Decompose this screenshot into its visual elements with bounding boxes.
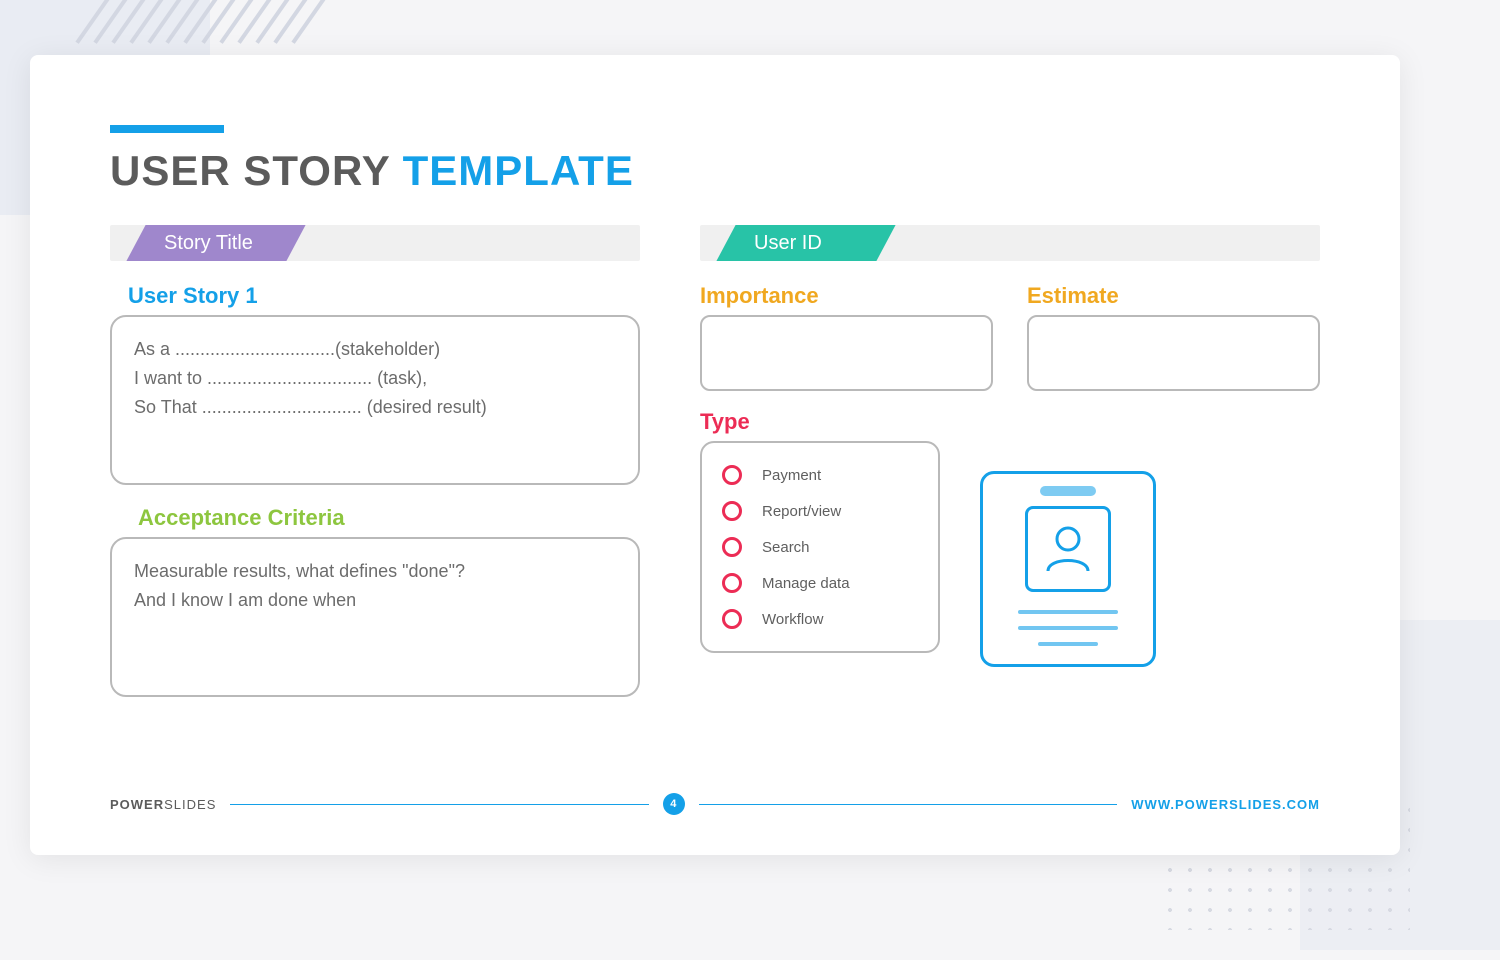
user-id-tab-label: User ID [754, 225, 822, 261]
title-part1: USER STORY [110, 147, 390, 194]
card-line [1018, 610, 1118, 614]
brand-name: POWERSLIDES [110, 797, 216, 812]
type-box: Payment Report/view Search Manage data [700, 441, 940, 653]
card-notch [1040, 486, 1096, 496]
radio-icon [722, 537, 742, 557]
brand-slim: SLIDES [164, 797, 216, 812]
right-column: User ID Importance Estimate Type Payment [700, 225, 1320, 697]
page-number-badge: 4 [663, 793, 685, 815]
bg-hatch [98, 0, 338, 50]
footer-rule-right [699, 804, 1117, 805]
slide-card: USER STORY TEMPLATE Story Title User Sto… [30, 55, 1400, 855]
criteria-line-1: Measurable results, what defines "done"? [134, 557, 616, 586]
user-story-heading: User Story 1 [128, 283, 640, 309]
type-option-label: Payment [762, 467, 821, 484]
accent-bar [110, 125, 224, 133]
type-option-label: Manage data [762, 575, 850, 592]
importance-label: Importance [700, 283, 993, 309]
radio-icon [722, 501, 742, 521]
type-option-manage[interactable]: Manage data [720, 565, 920, 601]
estimate-box [1027, 315, 1320, 391]
user-story-box: As a ................................(st… [110, 315, 640, 485]
slide-footer: POWERSLIDES 4 WWW.POWERSLIDES.COM [110, 793, 1320, 815]
story-title-tab-row: Story Title [110, 225, 640, 261]
avatar-frame [1025, 506, 1111, 592]
person-icon [1040, 521, 1096, 577]
radio-icon [722, 573, 742, 593]
brand-bold: POWER [110, 797, 164, 812]
radio-icon [722, 609, 742, 629]
importance-box [700, 315, 993, 391]
title-part2: TEMPLATE [403, 147, 634, 194]
type-option-report[interactable]: Report/view [720, 493, 920, 529]
footer-url: WWW.POWERSLIDES.COM [1131, 797, 1320, 812]
type-option-label: Search [762, 539, 810, 556]
estimate-group: Estimate [1027, 283, 1320, 391]
type-option-payment[interactable]: Payment [720, 457, 920, 493]
card-line [1038, 642, 1098, 646]
story-line-2: I want to ..............................… [134, 364, 616, 393]
story-line-3: So That ................................… [134, 393, 616, 422]
type-option-workflow[interactable]: Workflow [720, 601, 920, 637]
user-id-tab-row: User ID [700, 225, 1320, 261]
criteria-line-2: And I know I am done when [134, 586, 616, 615]
story-title-tab-label: Story Title [164, 225, 253, 261]
type-option-label: Workflow [762, 611, 823, 628]
left-column: Story Title User Story 1 As a ..........… [110, 225, 640, 697]
acceptance-criteria-heading: Acceptance Criteria [138, 505, 640, 531]
importance-group: Importance [700, 283, 993, 391]
acceptance-criteria-box: Measurable results, what defines "done"?… [110, 537, 640, 697]
footer-rule-left [230, 804, 648, 805]
type-option-search[interactable]: Search [720, 529, 920, 565]
story-line-1: As a ................................(st… [134, 335, 616, 364]
estimate-label: Estimate [1027, 283, 1320, 309]
type-label: Type [700, 409, 1320, 435]
page-title: USER STORY TEMPLATE [110, 147, 1320, 195]
card-line [1018, 626, 1118, 630]
radio-icon [722, 465, 742, 485]
profile-card-icon [980, 471, 1156, 667]
type-option-label: Report/view [762, 503, 841, 520]
